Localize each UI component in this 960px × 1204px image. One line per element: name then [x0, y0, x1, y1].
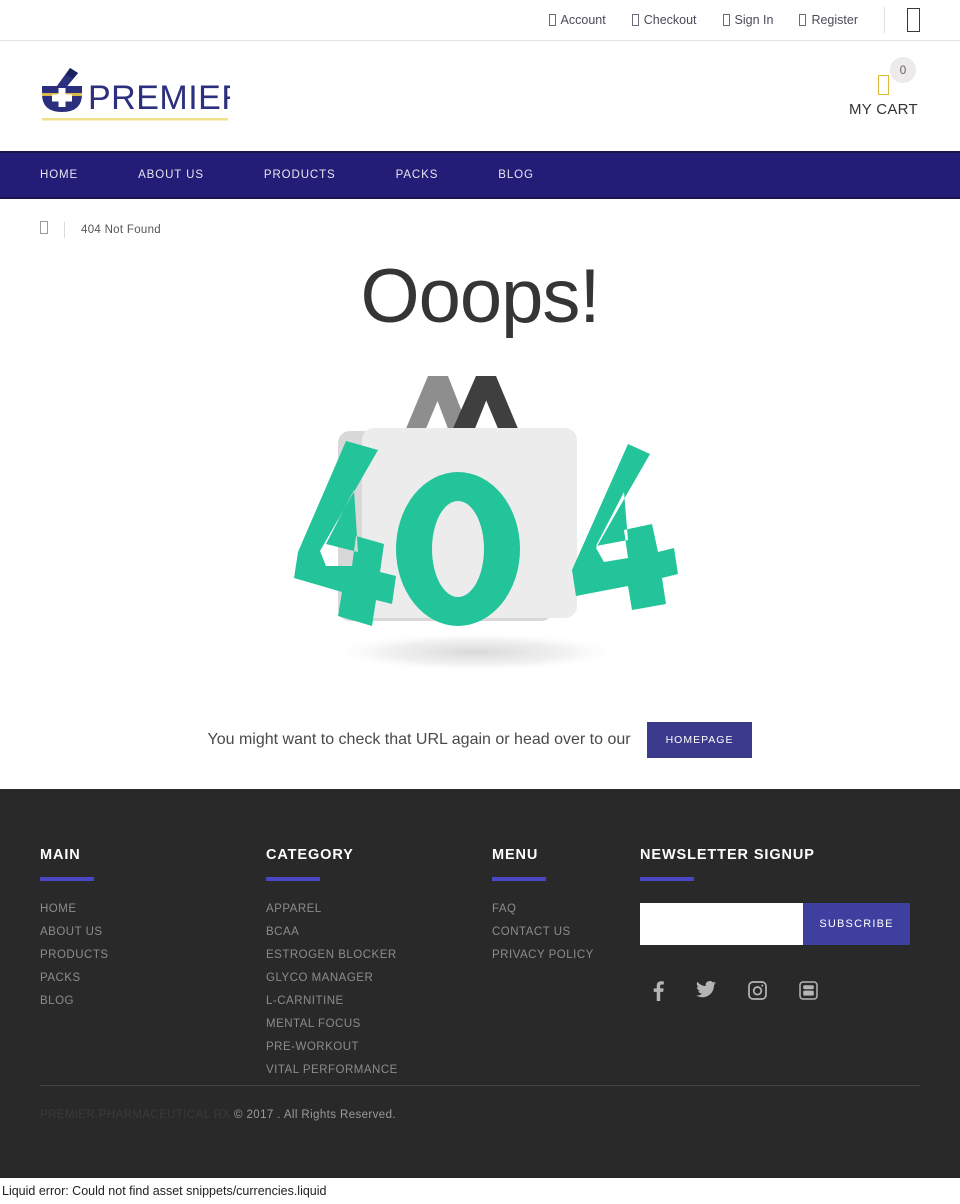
home-icon: [40, 221, 48, 234]
topbar-link-account-label: Account: [560, 13, 606, 27]
nav-item-blog[interactable]: BLOG: [498, 169, 534, 181]
homepage-button[interactable]: HOMEPAGE: [646, 722, 753, 758]
footer-column-main: MAIN HOME ABOUT US PRODUCTS PACKS BLOG: [40, 847, 266, 1087]
topbar-link-checkout[interactable]: Checkout: [631, 13, 697, 27]
site-logo[interactable]: PREMIER: [40, 64, 230, 128]
footer-link-products[interactable]: PRODUCTS: [40, 949, 266, 961]
twitter-icon[interactable]: [696, 981, 716, 1006]
breadcrumb-separator: [64, 222, 65, 238]
footer-link-estrogen-blocker[interactable]: ESTROGEN BLOCKER: [266, 949, 492, 961]
premier-logo-graphic: PREMIER: [42, 68, 230, 121]
error-hint-row: You might want to check that URL again o…: [208, 722, 753, 758]
footer-link-packs[interactable]: PACKS: [40, 972, 266, 984]
cart-icon: [631, 14, 639, 26]
top-utility-links: Account Checkout Sign In Register: [548, 7, 920, 33]
cart-widget[interactable]: 0 MY CART: [848, 56, 920, 118]
copyright-brand: PREMIER PHARMACEUTICAL RX: [40, 1109, 231, 1121]
nav-item-products[interactable]: PRODUCTS: [264, 169, 336, 181]
footer-link-about-us[interactable]: ABOUT US: [40, 926, 266, 938]
footer-link-blog[interactable]: BLOG: [40, 995, 266, 1007]
footer-column-category: CATEGORY APPAREL BCAA ESTROGEN BLOCKER G…: [266, 847, 492, 1087]
topbar-menu-button[interactable]: [907, 8, 920, 32]
footer-heading-newsletter: NEWSLETTER SIGNUP: [640, 847, 815, 863]
top-utility-bar: Account Checkout Sign In Register: [0, 0, 960, 41]
page-root: Account Checkout Sign In Register PREMIE…: [0, 0, 960, 1204]
footer-heading-menu: MENU: [492, 847, 539, 863]
footer-link-vital-performance[interactable]: VITAL PERFORMANCE: [266, 1064, 492, 1076]
footer-link-home[interactable]: HOME: [40, 903, 266, 915]
404-illustration: [294, 376, 678, 672]
footer-link-apparel[interactable]: APPAREL: [266, 903, 492, 915]
nav-item-packs[interactable]: PACKS: [396, 169, 439, 181]
copyright: PREMIER PHARMACEUTICAL RX © 2017 . All R…: [40, 1109, 396, 1121]
error-content: Ooops! You might want to check that URL …: [0, 241, 960, 789]
footer-heading-category: CATEGORY: [266, 847, 354, 863]
topbar-link-checkout-label: Checkout: [643, 13, 697, 27]
footer-link-bcaa[interactable]: BCAA: [266, 926, 492, 938]
breadcrumb-home-link[interactable]: [40, 221, 48, 239]
footer-divider: [40, 1085, 920, 1086]
breadcrumb: 404 Not Found: [0, 199, 960, 241]
footer-link-mental-focus[interactable]: MENTAL FOCUS: [266, 1018, 492, 1030]
topbar-link-register[interactable]: Register: [799, 13, 858, 27]
topbar-divider: [884, 7, 885, 33]
nav-item-home[interactable]: HOME: [40, 169, 78, 181]
main-navigation: HOME ABOUT US PRODUCTS PACKS BLOG: [0, 151, 960, 199]
signin-icon: [722, 14, 730, 26]
svg-text:PREMIER: PREMIER: [88, 79, 230, 117]
footer-link-pre-workout[interactable]: PRE-WORKOUT: [266, 1041, 492, 1053]
liquid-error-message: Liquid error: Could not find asset snipp…: [0, 1178, 960, 1204]
subscribe-button[interactable]: SUBSCRIBE: [803, 903, 910, 945]
topbar-link-account[interactable]: Account: [548, 13, 606, 27]
footer-heading-rule: [40, 877, 94, 881]
social-links: [640, 981, 920, 1006]
site-header: PREMIER 0 MY CART: [0, 41, 960, 151]
footer-link-faq[interactable]: FAQ: [492, 903, 640, 915]
cart-count-badge: 0: [890, 56, 916, 83]
newsletter-email-input[interactable]: [640, 903, 803, 945]
nav-item-about-us[interactable]: ABOUT US: [138, 169, 204, 181]
shopping-cart-icon: [877, 74, 889, 95]
error-hint-text: You might want to check that URL again o…: [207, 731, 631, 748]
footer-link-contact-us[interactable]: CONTACT US: [492, 926, 640, 938]
footer-link-glyco-manager[interactable]: GLYCO MANAGER: [266, 972, 492, 984]
instagram-icon[interactable]: [748, 981, 767, 1006]
footer-heading-rule: [266, 877, 320, 881]
footer-columns: MAIN HOME ABOUT US PRODUCTS PACKS BLOG C…: [40, 847, 920, 1087]
menu-glyph-icon: [907, 8, 920, 32]
breadcrumb-current: 404 Not Found: [81, 224, 161, 236]
youtube-icon[interactable]: [799, 981, 818, 1006]
newsletter-form: SUBSCRIBE: [640, 903, 920, 945]
footer-heading-main: MAIN: [40, 847, 81, 863]
footer-link-privacy-policy[interactable]: PRIVACY POLICY: [492, 949, 640, 961]
topbar-link-signin-label: Sign In: [734, 13, 774, 27]
user-icon: [548, 14, 556, 26]
topbar-link-register-label: Register: [811, 13, 858, 27]
footer-heading-rule: [640, 877, 694, 881]
footer-column-newsletter: NEWSLETTER SIGNUP SUBSCRIBE: [640, 847, 920, 1087]
page-title: Ooops!: [360, 254, 600, 339]
error-404-graphic: [280, 366, 680, 676]
footer-column-menu: MENU FAQ CONTACT US PRIVACY POLICY: [492, 847, 640, 1087]
register-icon: [799, 14, 807, 26]
cart-label: MY CART: [848, 100, 918, 118]
site-footer: MAIN HOME ABOUT US PRODUCTS PACKS BLOG C…: [0, 789, 960, 1178]
footer-link-l-carnitine[interactable]: L-CARNITINE: [266, 995, 492, 1007]
topbar-link-signin[interactable]: Sign In: [722, 13, 774, 27]
footer-heading-rule: [492, 877, 546, 881]
copyright-text: © 2017 . All Rights Reserved.: [234, 1109, 396, 1121]
facebook-icon[interactable]: [653, 981, 664, 1006]
